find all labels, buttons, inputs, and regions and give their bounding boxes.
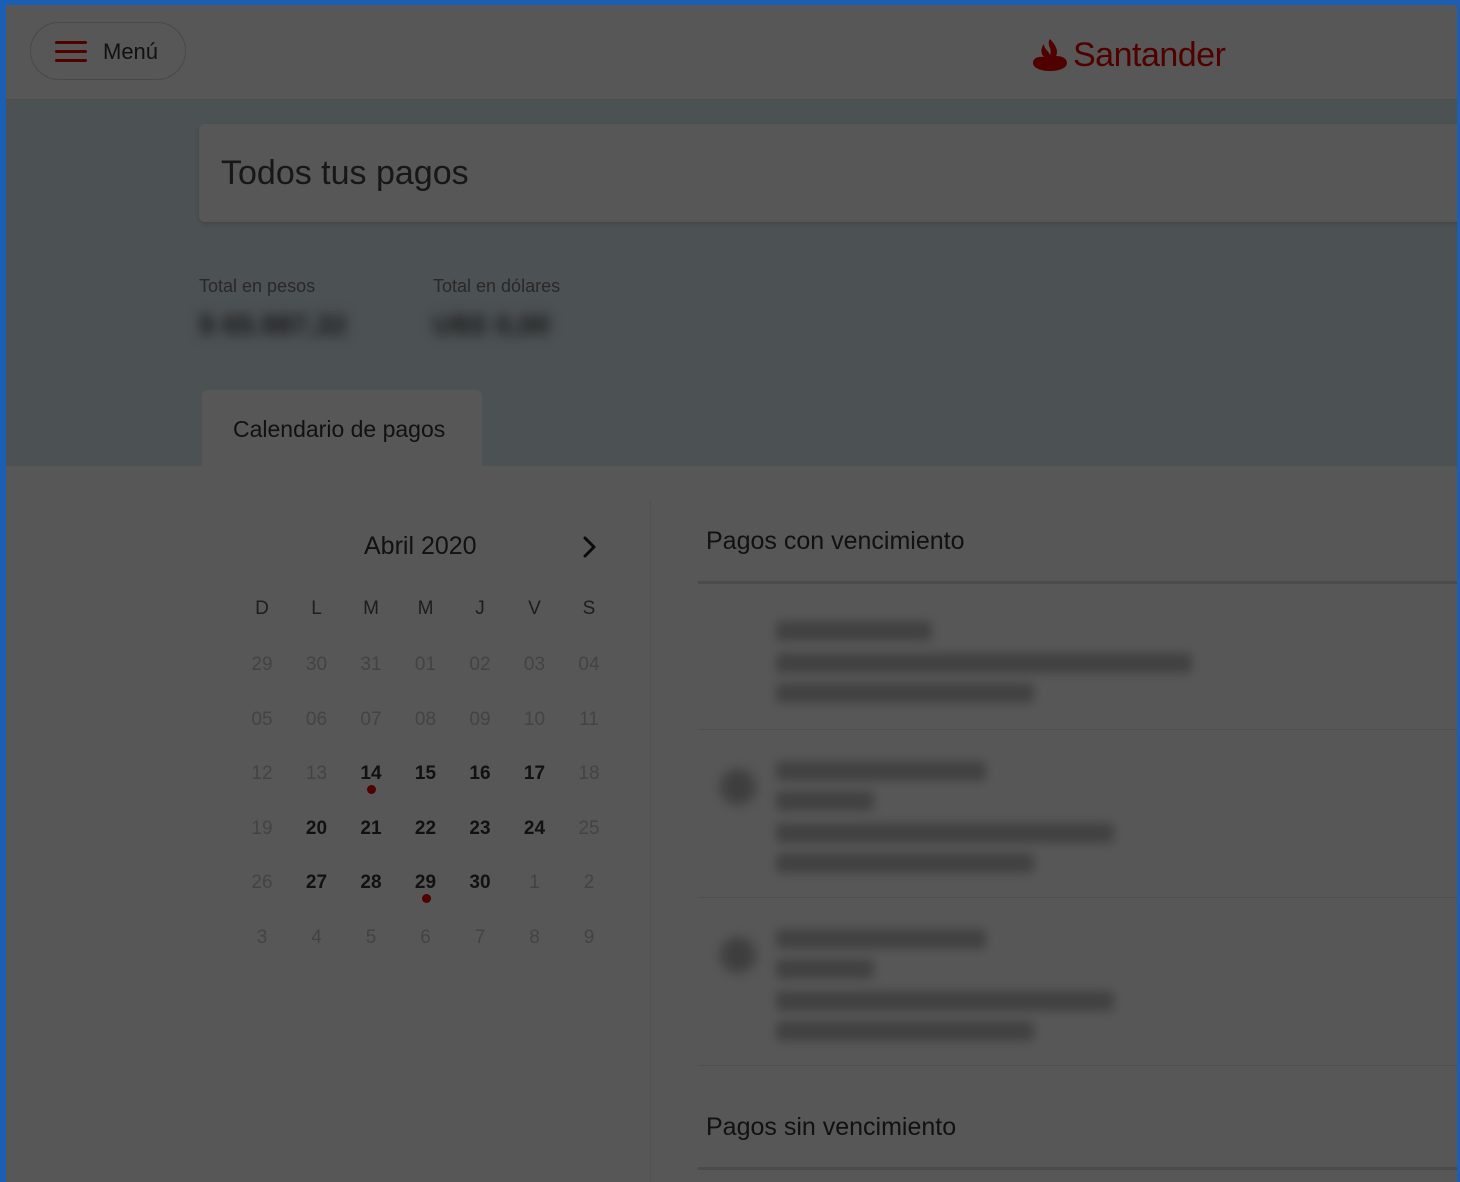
payment-type-icon xyxy=(720,769,756,805)
column-divider xyxy=(650,500,651,1182)
blurred-text xyxy=(776,929,986,949)
calendar-day: 19 xyxy=(251,817,273,839)
total-dolares-label: Total en dólares xyxy=(433,276,561,296)
menu-button[interactable]: Menú xyxy=(30,22,186,80)
total-pesos-label: Total en pesos xyxy=(199,276,316,296)
calendar-day: 07 xyxy=(360,708,382,730)
row-divider xyxy=(698,1065,1457,1066)
total-dolares-value: U$S 0,00 xyxy=(433,309,550,340)
blurred-text xyxy=(776,959,874,979)
blurred-text xyxy=(776,653,1192,673)
calendar-day: 31 xyxy=(360,654,382,675)
blurred-text xyxy=(776,621,932,641)
calendar-day[interactable]: 23 xyxy=(453,802,507,856)
calendar-day: 12 xyxy=(251,763,273,785)
total-pesos: Total en pesos $ 65.987,32 xyxy=(199,276,347,341)
calendar-day: 30 xyxy=(305,654,328,675)
calendar-day: 05 xyxy=(251,708,273,730)
blurred-text xyxy=(776,853,1034,873)
calendar-day: 2 xyxy=(583,872,595,894)
top-header: Menú Santander xyxy=(6,5,1457,100)
calendar-day: 01 xyxy=(414,654,437,675)
flame-icon xyxy=(1033,39,1067,71)
weekday-label: M xyxy=(363,598,379,619)
title-card: Todos tus pagos xyxy=(199,124,1457,222)
hamburger-icon xyxy=(55,41,87,63)
calendar-day: 13 xyxy=(305,763,328,785)
section-rule xyxy=(698,1167,1457,1170)
section-title-con-vencimiento: Pagos con vencimiento xyxy=(706,527,965,555)
weekday-label: J xyxy=(475,598,485,619)
calendar-day: 9 xyxy=(583,927,595,948)
calendar-day: 7 xyxy=(474,927,486,948)
calendar-day: 02 xyxy=(469,654,491,675)
calendar-day[interactable]: 21 xyxy=(344,802,398,856)
payment-dot-icon xyxy=(367,785,376,795)
weekday-label: M xyxy=(417,598,434,619)
calendar-month: Abril 2020 xyxy=(364,532,477,560)
calendar-day: 8 xyxy=(529,927,540,948)
menu-label: Menú xyxy=(103,39,159,64)
weekday-label: S xyxy=(582,598,596,619)
calendar-day[interactable]: 22 xyxy=(399,802,453,856)
next-month-button[interactable] xyxy=(574,532,604,562)
blurred-text xyxy=(776,823,1114,843)
blurred-text xyxy=(776,791,874,811)
blurred-text xyxy=(776,1021,1034,1041)
calendar-day: 11 xyxy=(579,708,599,730)
blurred-text xyxy=(776,991,1114,1011)
calendar-day[interactable]: 17 xyxy=(508,747,562,801)
summary-band: Todos tus pagos Total en pesos $ 65.987,… xyxy=(6,100,1457,466)
calendar-day: 3 xyxy=(256,927,268,948)
weekday-label: V xyxy=(528,598,541,619)
calendar-day[interactable]: 16 xyxy=(453,747,507,801)
total-pesos-value: $ 65.987,32 xyxy=(199,309,347,340)
calendar-day: 26 xyxy=(251,872,273,894)
calendar-day[interactable]: 15 xyxy=(399,747,453,801)
weekday-label: D xyxy=(255,598,269,619)
calendar-day[interactable]: 20 xyxy=(290,802,344,856)
blurred-text xyxy=(776,761,986,781)
calendar-day: 5 xyxy=(365,927,377,948)
calendar-day: 09 xyxy=(469,708,491,730)
total-dolares: Total en dólares U$S 0,00 xyxy=(433,276,560,341)
calendar-day[interactable]: 30 xyxy=(453,856,507,910)
chevron-right-icon xyxy=(583,536,596,558)
weekday-label: L xyxy=(311,598,322,619)
calendar-day[interactable]: 28 xyxy=(344,856,398,910)
calendar-day: 04 xyxy=(578,654,600,675)
brand-name: Santander xyxy=(1073,35,1226,74)
section-rule xyxy=(698,581,1457,584)
calendar-day: 03 xyxy=(523,654,546,675)
calendar-day: 10 xyxy=(523,708,546,730)
blurred-text xyxy=(776,683,1034,703)
tab-calendario-de-pagos[interactable]: Calendario de pagos xyxy=(202,390,482,466)
calendar-day: 06 xyxy=(305,708,328,730)
calendar-day: 18 xyxy=(578,763,600,785)
tab-label: Calendario de pagos xyxy=(233,416,446,442)
calendar-day: 08 xyxy=(414,708,437,730)
santander-logo[interactable]: Santander xyxy=(1031,35,1226,75)
page-title: Todos tus pagos xyxy=(221,154,469,192)
calendar-day: 1 xyxy=(529,872,540,894)
calendar-day[interactable]: 24 xyxy=(508,802,562,856)
row-divider xyxy=(698,897,1457,898)
calendar-day: 4 xyxy=(311,927,322,948)
calendar-day: 25 xyxy=(578,817,600,839)
payment-dot-icon xyxy=(421,894,431,904)
calendar-day[interactable]: 27 xyxy=(290,856,344,910)
calendar-day: 29 xyxy=(251,654,273,675)
app-page: Menú Santander Todos tus pagos Total en … xyxy=(6,5,1457,1182)
calendar-day[interactable]: 29 xyxy=(399,856,453,910)
calendar-day: 6 xyxy=(420,927,431,948)
payment-type-icon xyxy=(720,937,756,973)
section-title-sin-vencimiento: Pagos sin vencimiento xyxy=(706,1113,957,1141)
calendar-day[interactable]: 14 xyxy=(344,747,398,802)
row-divider xyxy=(698,729,1457,730)
